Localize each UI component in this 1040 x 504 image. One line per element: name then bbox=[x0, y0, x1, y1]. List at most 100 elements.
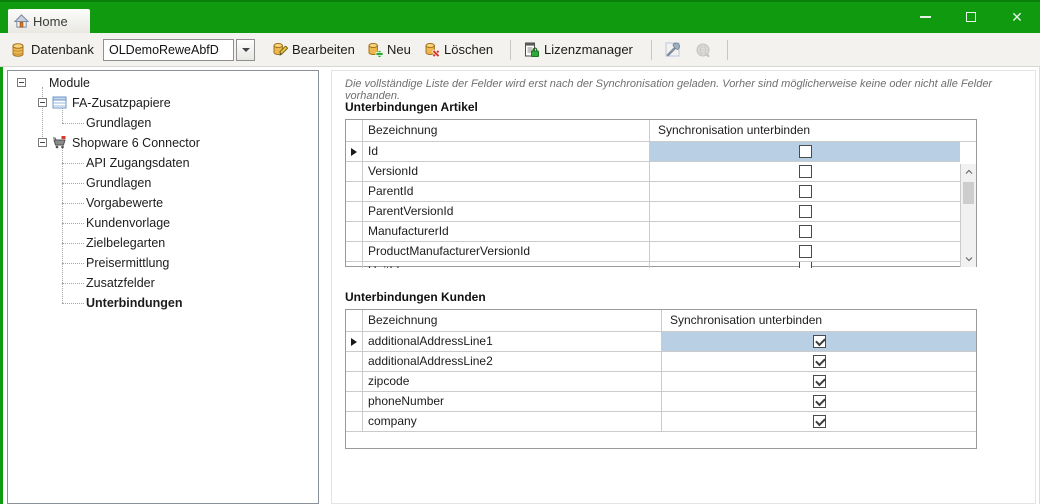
checkbox[interactable] bbox=[813, 395, 826, 408]
collapse-icon[interactable] bbox=[38, 98, 47, 107]
checkbox[interactable] bbox=[799, 145, 812, 158]
titlebar bbox=[0, 0, 1040, 33]
row-selector[interactable] bbox=[346, 332, 363, 351]
table-row[interactable]: VersionId bbox=[346, 162, 960, 182]
license-manager-icon bbox=[523, 42, 539, 58]
row-selector[interactable] bbox=[346, 262, 363, 268]
grid-header: Bezeichnung Synchronisation unterbinden bbox=[346, 120, 976, 142]
table-row[interactable]: phoneNumber bbox=[346, 392, 976, 412]
table-row[interactable]: zipcode bbox=[346, 372, 976, 392]
wrench-icon bbox=[664, 41, 682, 59]
datenbank-label: Datenbank bbox=[31, 33, 94, 66]
checkbox[interactable] bbox=[799, 245, 812, 258]
database-icon bbox=[10, 42, 26, 58]
checkbox[interactable] bbox=[799, 262, 812, 268]
settings-panel: Die vollständige Liste der Felder wird e… bbox=[331, 70, 1036, 504]
vertical-scrollbar[interactable] bbox=[960, 164, 976, 267]
tree-item-shopware6-connector[interactable]: Shopware 6 Connector bbox=[8, 133, 318, 153]
row-selector[interactable] bbox=[346, 202, 363, 221]
row-selector[interactable] bbox=[346, 142, 363, 161]
grid-header: Bezeichnung Synchronisation unterbinden bbox=[346, 310, 976, 332]
row-selector[interactable] bbox=[346, 242, 363, 261]
row-selector[interactable] bbox=[346, 182, 363, 201]
lizenzmanager-button[interactable]: Lizenzmanager bbox=[544, 33, 633, 66]
table-row[interactable]: additionalAddressLine1 bbox=[346, 332, 976, 352]
checkbox[interactable] bbox=[799, 185, 812, 198]
tree-item-zielbelegarten[interactable]: Zielbelegarten bbox=[8, 233, 318, 253]
row-selector-header bbox=[346, 310, 363, 331]
toolbar-separator bbox=[510, 40, 511, 60]
scrollbar-thumb[interactable] bbox=[963, 182, 974, 204]
tree-item-grundlagen[interactable]: Grundlagen bbox=[8, 173, 318, 193]
table-row[interactable]: company bbox=[346, 412, 976, 432]
checkbox[interactable] bbox=[813, 355, 826, 368]
column-header-bezeichnung[interactable]: Bezeichnung bbox=[363, 120, 650, 141]
checkbox[interactable] bbox=[813, 335, 826, 348]
toolbar: Datenbank OLDemoReweAbfD Bearbeiten Neu bbox=[0, 33, 1040, 67]
papers-icon bbox=[52, 95, 67, 110]
row-selector[interactable] bbox=[346, 372, 363, 391]
minimize-button[interactable] bbox=[902, 0, 948, 33]
collapse-icon[interactable] bbox=[17, 78, 26, 87]
row-selector[interactable] bbox=[346, 222, 363, 241]
window-border bbox=[0, 33, 3, 504]
table-row-partial[interactable]: UnitId bbox=[346, 262, 960, 268]
checkbox[interactable] bbox=[799, 205, 812, 218]
row-selector[interactable] bbox=[346, 412, 363, 431]
chevron-up-icon bbox=[965, 168, 973, 176]
table-row[interactable]: ProductManufacturerVersionId bbox=[346, 242, 960, 262]
column-header-synchronisation[interactable]: Synchronisation unterbinden bbox=[650, 120, 976, 141]
tab-home[interactable]: Home bbox=[8, 9, 90, 33]
checkbox[interactable] bbox=[799, 165, 812, 178]
maximize-button[interactable] bbox=[948, 0, 994, 33]
tree-item-module[interactable]: Module bbox=[8, 73, 318, 93]
loeschen-button[interactable]: Löschen bbox=[444, 33, 493, 66]
database-edit-icon bbox=[272, 42, 288, 58]
bearbeiten-button[interactable]: Bearbeiten bbox=[292, 33, 355, 66]
scroll-down-button[interactable] bbox=[961, 251, 976, 267]
table-row[interactable]: ParentId bbox=[346, 182, 960, 202]
tab-home-label: Home bbox=[33, 14, 68, 29]
globe-button[interactable] bbox=[691, 38, 715, 62]
tools-button[interactable] bbox=[661, 38, 685, 62]
minimize-icon bbox=[920, 16, 931, 18]
tree-item-grundlagen-fa[interactable]: Grundlagen bbox=[8, 113, 318, 133]
maximize-icon bbox=[966, 12, 976, 22]
globe-icon bbox=[695, 42, 712, 59]
database-combobox-field[interactable]: OLDemoReweAbfD bbox=[103, 39, 234, 61]
tree-item-api-zugangsdaten[interactable]: API Zugangsdaten bbox=[8, 153, 318, 173]
column-header-bezeichnung[interactable]: Bezeichnung bbox=[363, 310, 662, 331]
close-icon: ✕ bbox=[1011, 10, 1023, 24]
row-selector[interactable] bbox=[346, 392, 363, 411]
row-selector-header bbox=[346, 120, 363, 141]
toolbar-separator bbox=[651, 40, 652, 60]
tree-item-zusatzfelder[interactable]: Zusatzfelder bbox=[8, 273, 318, 293]
tree-item-vorgabewerte[interactable]: Vorgabewerte bbox=[8, 193, 318, 213]
row-selector[interactable] bbox=[346, 162, 363, 181]
table-row[interactable]: Id bbox=[346, 142, 960, 162]
kunden-grid: Bezeichnung Synchronisation unterbinden … bbox=[345, 309, 977, 449]
column-header-synchronisation[interactable]: Synchronisation unterbinden bbox=[662, 310, 976, 331]
artikel-grid: Bezeichnung Synchronisation unterbinden … bbox=[345, 119, 977, 267]
checkbox[interactable] bbox=[813, 375, 826, 388]
checkbox[interactable] bbox=[813, 415, 826, 428]
table-row[interactable]: additionalAddressLine2 bbox=[346, 352, 976, 372]
row-selector[interactable] bbox=[346, 352, 363, 371]
tree-item-preisermittlung[interactable]: Preisermittlung bbox=[8, 253, 318, 273]
tree-item-fa-zusatzpapiere[interactable]: FA-Zusatzpapiere bbox=[8, 93, 318, 113]
module-tree: Module FA-Zusatzpapiere Grundlagen Sh bbox=[7, 70, 319, 504]
close-button[interactable]: ✕ bbox=[994, 0, 1040, 33]
database-add-icon bbox=[367, 42, 383, 58]
section-title-artikel: Unterbindungen Artikel bbox=[345, 100, 478, 114]
tree-item-unterbindungen[interactable]: Unterbindungen bbox=[8, 293, 318, 313]
tree-item-kundenvorlage[interactable]: Kundenvorlage bbox=[8, 213, 318, 233]
table-row[interactable]: ParentVersionId bbox=[346, 202, 960, 222]
scroll-up-button[interactable] bbox=[961, 164, 976, 180]
checkbox[interactable] bbox=[799, 225, 812, 238]
cart-icon bbox=[52, 135, 67, 150]
neu-button[interactable]: Neu bbox=[387, 33, 411, 66]
home-icon bbox=[14, 14, 29, 29]
database-combobox-dropdown[interactable] bbox=[236, 39, 255, 61]
table-row[interactable]: ManufacturerId bbox=[346, 222, 960, 242]
collapse-icon[interactable] bbox=[38, 138, 47, 147]
